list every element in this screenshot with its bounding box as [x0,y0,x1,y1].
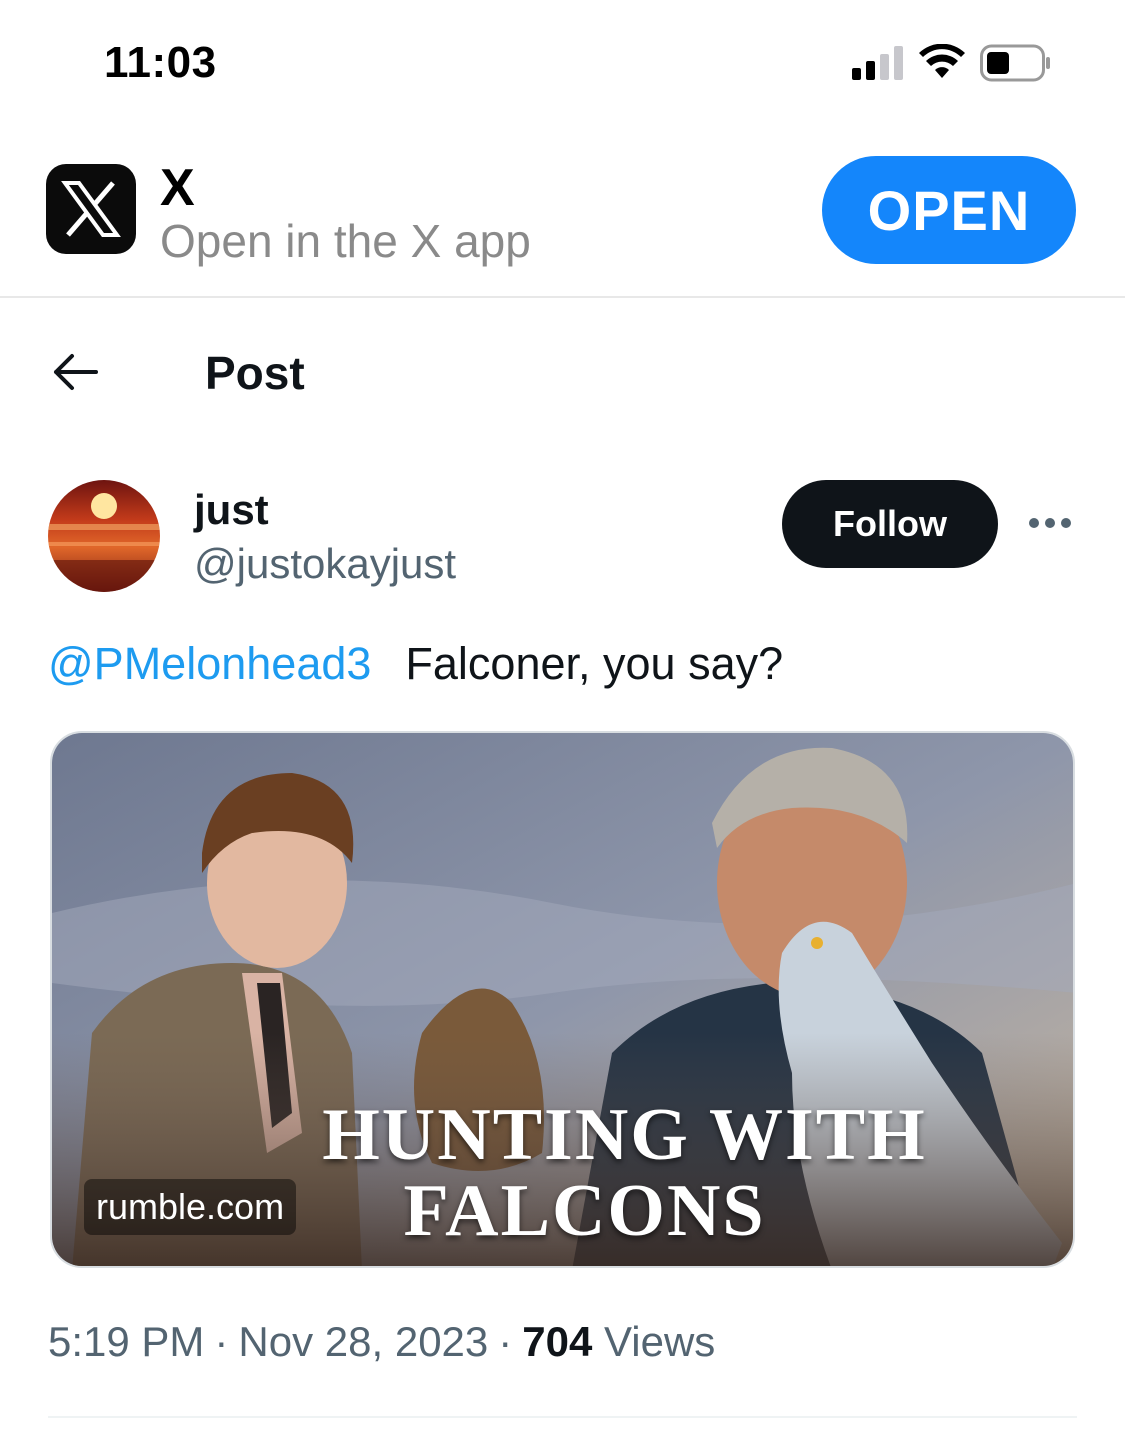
app-banner: X Open in the X app OPEN [0,120,1125,298]
separator-dot: · [498,1318,513,1365]
views-count: 704 [522,1318,593,1365]
post-text: @PMelonhead3 Falconer, you say? [48,638,783,690]
more-options-icon[interactable] [1026,510,1074,536]
avatar[interactable] [48,480,160,592]
follow-button[interactable]: Follow [782,480,998,568]
battery-icon [980,44,1050,82]
post-date[interactable]: Nov 28, 2023 [238,1318,488,1365]
link-domain-badge: rumble.com [84,1179,297,1235]
post-metadata: 5:19 PM · Nov 28, 2023 · 704 Views [48,1318,715,1366]
views-label: Views [604,1318,716,1365]
post-header: Post [0,300,1125,440]
app-subtitle: Open in the X app [160,215,531,267]
separator-dot: · [214,1318,229,1365]
cellular-signal-icon [852,46,903,80]
post-time[interactable]: 5:19 PM [48,1318,204,1365]
divider [48,1416,1077,1418]
mention-link[interactable]: @PMelonhead3 [48,638,371,689]
author-handle[interactable]: @justokayjust [194,540,456,588]
app-name: X [160,159,195,217]
open-app-button[interactable]: OPEN [822,156,1076,264]
x-logo-icon[interactable] [46,164,136,254]
back-arrow-icon[interactable] [52,352,98,392]
page-title: Post [205,347,305,399]
author-display-name[interactable]: just [194,486,269,534]
status-time: 11:03 [104,38,217,87]
post-body: Falconer, you say? [405,638,784,689]
preview-title-line1: HUNTING WITH [322,1094,927,1176]
wifi-icon [919,44,965,78]
link-preview-card[interactable]: HUNTING WITH FALCONS rumble.com [50,731,1075,1268]
status-bar: 11:03 [0,0,1125,120]
